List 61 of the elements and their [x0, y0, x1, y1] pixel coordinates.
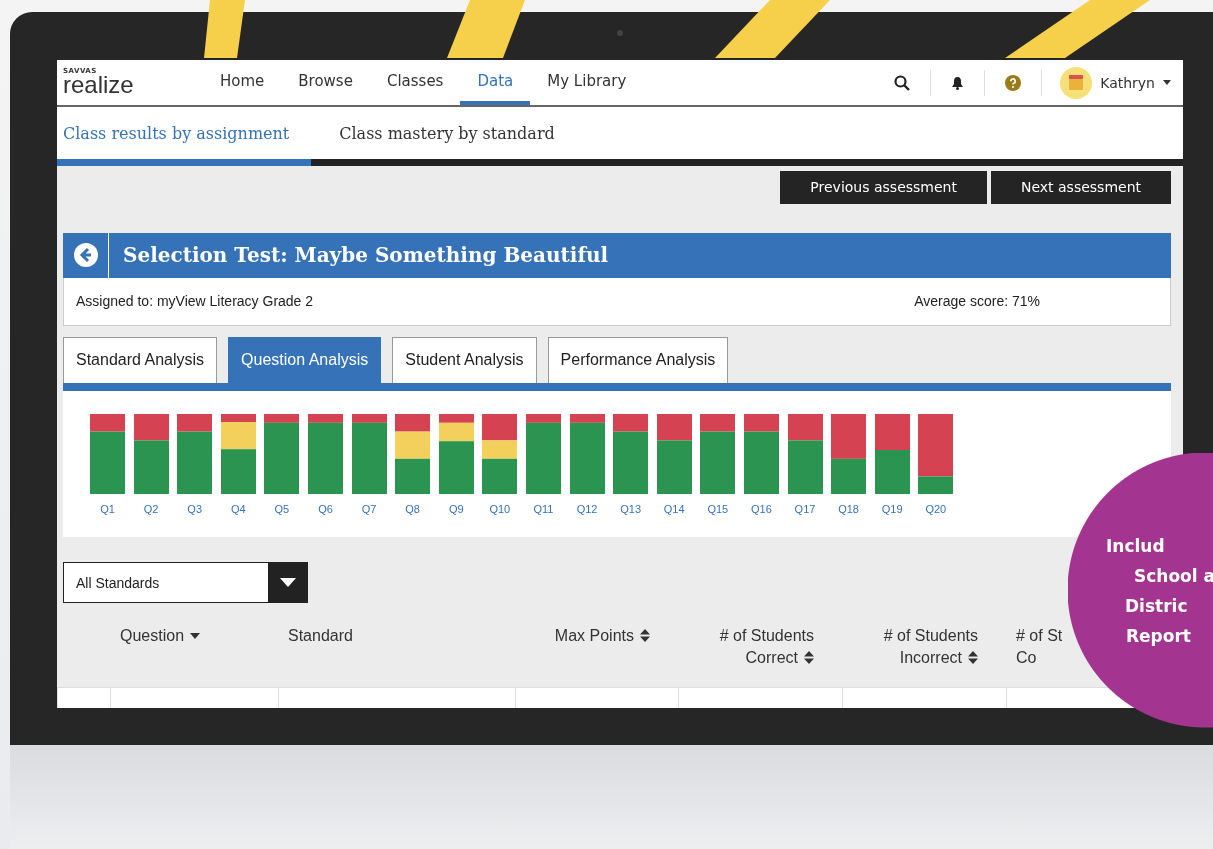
assessment-nav-button[interactable]: Previous assessment — [780, 170, 987, 204]
column-header: Co — [1016, 648, 1037, 668]
column-header: Incorrect — [899, 648, 962, 668]
question-label: Q4 — [230, 502, 246, 515]
nav-tab[interactable]: Classes — [369, 60, 461, 106]
question-label: Q6 — [318, 502, 333, 515]
question-label: Q12 — [576, 502, 598, 515]
question-label: Q11 — [533, 502, 554, 515]
standards-dropdown[interactable]: All Standards — [63, 562, 308, 603]
report-tab[interactable]: Class mastery by standard — [333, 107, 577, 166]
analysis-tab[interactable]: Performance Analysis — [547, 336, 729, 383]
sort-arrows-icon[interactable] — [968, 651, 978, 665]
caret-icon — [279, 578, 296, 588]
nav-tab[interactable]: Home — [203, 60, 282, 106]
analysis-tab[interactable]: Standard Analysis — [63, 336, 218, 383]
report-tab[interactable]: Class results by assignment — [57, 107, 312, 166]
question-label: Q18 — [838, 502, 859, 515]
search-icon[interactable] — [894, 74, 911, 91]
sort-arrows-icon[interactable] — [640, 629, 650, 643]
avatar-icon — [1060, 66, 1093, 99]
assessment-nav-button[interactable]: Next assessment — [990, 170, 1171, 204]
table-cell — [57, 687, 110, 708]
column-header: Standard — [288, 626, 353, 646]
question-label: Q19 — [881, 502, 903, 515]
column-header: # of St — [1016, 626, 1063, 646]
column-header: Max Points — [554, 626, 634, 646]
average-score-label: Average score: 71% — [914, 293, 1040, 310]
bell-icon[interactable] — [951, 75, 965, 90]
caret-icon — [1163, 80, 1171, 86]
sort-arrows-icon[interactable] — [804, 651, 814, 665]
callout-badge: Includ School a Distric Report — [1068, 453, 1213, 728]
nav-tab[interactable]: My Library — [530, 60, 644, 106]
assigned-to-label: Assigned to: myView Literacy Grade 2 — [76, 293, 314, 310]
question-label: Q2 — [143, 502, 159, 515]
question-label: Q1 — [100, 502, 115, 515]
sort-caret-icon[interactable] — [190, 633, 201, 639]
column-header: Correct — [745, 648, 798, 668]
analysis-tab[interactable]: Question Analysis — [228, 336, 382, 383]
question-label: Q14 — [663, 502, 685, 515]
help-icon[interactable] — [1005, 74, 1022, 91]
question-label: Q10 — [489, 502, 511, 515]
nav-tab[interactable]: Browse — [281, 60, 370, 106]
column-header: Question — [120, 626, 185, 646]
question-label: Q13 — [620, 502, 641, 515]
question-label: Q20 — [925, 502, 947, 515]
question-label: Q3 — [187, 502, 203, 515]
column-header: # of Students — [719, 626, 814, 646]
user-menu[interactable]: Kathryn — [1042, 66, 1183, 99]
question-label: Q16 — [751, 502, 772, 515]
column-header: # of Students — [883, 626, 978, 646]
logo-wordmark: realize — [63, 73, 134, 98]
question-label: Q9 — [448, 502, 464, 515]
camera-dot — [617, 30, 623, 36]
analysis-tab[interactable]: Student Analysis — [392, 336, 537, 383]
question-label: Q7 — [361, 502, 377, 515]
question-label: Q8 — [405, 502, 420, 515]
light-beam — [204, 0, 245, 58]
question-label: Q5 — [274, 502, 290, 515]
question-label: Q17 — [794, 502, 816, 515]
assessment-title: Selection Test: Maybe Something Beautiful — [123, 243, 609, 268]
question-label: Q15 — [707, 502, 729, 515]
